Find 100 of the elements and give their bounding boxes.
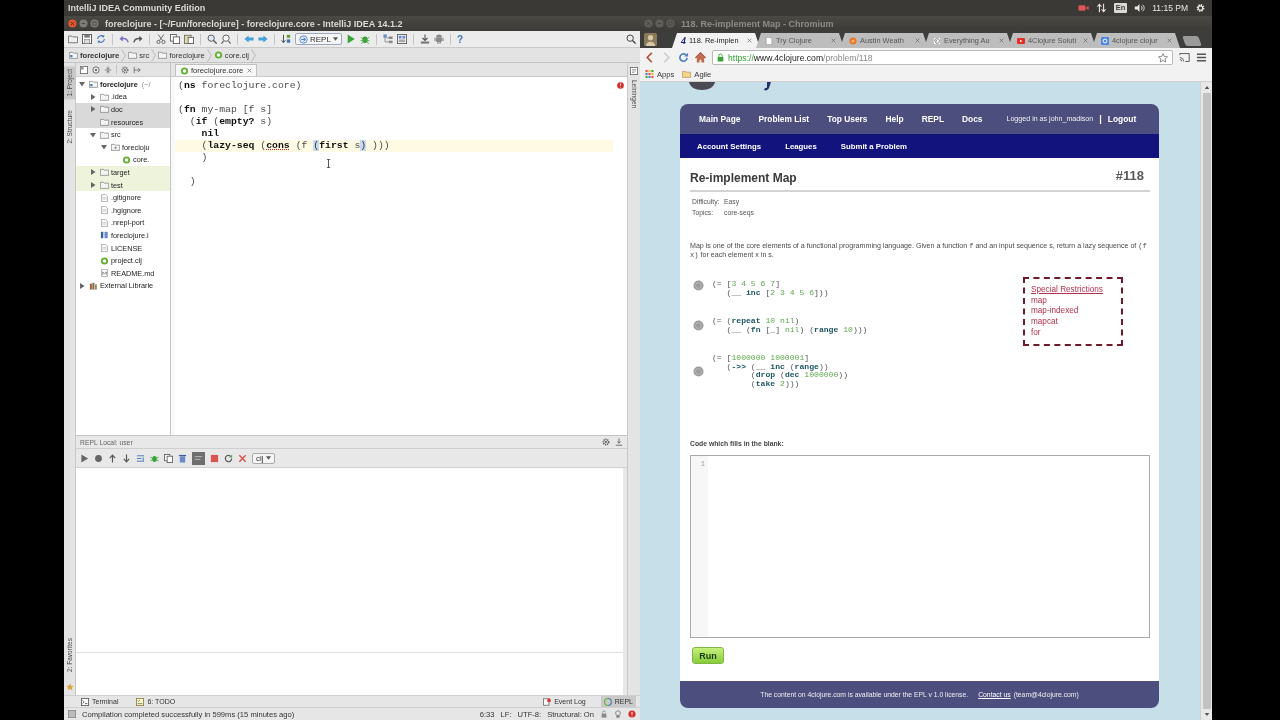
- panel-toggle-icon[interactable]: [68, 710, 76, 718]
- reload-icon[interactable]: [224, 453, 233, 463]
- expanded-arrow-icon[interactable]: [79, 81, 85, 88]
- record-icon[interactable]: [94, 453, 103, 463]
- menu-icon[interactable]: [1196, 52, 1207, 63]
- robot-icon[interactable]: [433, 34, 444, 44]
- code-line: (lazy-seq (cons (f (first s) ))): [200, 140, 390, 151]
- toggle-button[interactable]: [192, 451, 205, 465]
- page-icon: [765, 36, 773, 45]
- copy-icon[interactable]: [170, 34, 180, 44]
- close-icon[interactable]: [1167, 38, 1172, 43]
- close-icon[interactable]: [747, 38, 752, 43]
- cut-icon[interactable]: [156, 34, 166, 44]
- bookmark-star-icon[interactable]: [1158, 52, 1168, 63]
- trash-icon[interactable]: [178, 453, 187, 463]
- network-arrows-icon[interactable]: [1095, 3, 1107, 13]
- new-tab-button[interactable]: [1182, 36, 1202, 46]
- debug-icon[interactable]: [359, 34, 370, 44]
- stop-icon[interactable]: [210, 453, 219, 463]
- close-icon[interactable]: [238, 453, 247, 463]
- target-icon[interactable]: [92, 65, 100, 74]
- nav-separator: |: [1099, 114, 1102, 124]
- window-minimize-icon[interactable]: [79, 19, 88, 28]
- window-close-icon[interactable]: [68, 19, 77, 28]
- build-icon[interactable]: [281, 34, 291, 44]
- structure-icon[interactable]: [382, 34, 393, 44]
- nav-link[interactable]: Help: [885, 114, 904, 124]
- back-icon[interactable]: [244, 34, 254, 44]
- download-icon[interactable]: [419, 34, 430, 44]
- address-bar[interactable]: https://www.4clojure.com/problem/118: [712, 50, 1173, 65]
- undo-icon[interactable]: [119, 34, 129, 44]
- open-folder-icon[interactable]: [68, 34, 78, 44]
- expanded-arrow-icon[interactable]: [101, 144, 107, 151]
- camera-icon[interactable]: [1077, 3, 1089, 13]
- lightbulb-icon[interactable]: [614, 710, 622, 718]
- help-button[interactable]: ?: [456, 33, 463, 45]
- ring-icon: [603, 697, 612, 706]
- collapsed-arrow-icon[interactable]: [90, 93, 96, 100]
- close-icon[interactable]: [999, 38, 1004, 43]
- collapsed-arrow-icon[interactable]: [79, 282, 85, 289]
- collapsed-arrow-icon[interactable]: [90, 106, 96, 113]
- run-icon[interactable]: [345, 34, 356, 44]
- back-icon[interactable]: [644, 52, 655, 63]
- settings-icon[interactable]: [602, 438, 610, 446]
- caret-icon: [332, 37, 338, 41]
- run-icon[interactable]: [80, 453, 89, 463]
- copy-icon[interactable]: [164, 453, 173, 463]
- magnifier-icon[interactable]: [221, 34, 231, 44]
- run-button[interactable]: Run: [692, 647, 724, 664]
- close-icon[interactable]: [247, 68, 253, 73]
- error-icon[interactable]: [617, 82, 624, 89]
- search-icon[interactable]: [207, 34, 217, 44]
- nav-link[interactable]: Docs: [962, 114, 983, 124]
- nav-link[interactable]: REPL: [921, 114, 944, 124]
- scroll-up-icon[interactable]: [1203, 85, 1210, 90]
- language-dropdown[interactable]: clj: [252, 452, 275, 464]
- collapsed-arrow-icon[interactable]: [90, 169, 96, 176]
- file-icon: [100, 193, 109, 202]
- avatar-icon[interactable]: [644, 33, 657, 46]
- text-lines-icon[interactable]: [136, 453, 145, 463]
- clojure-file-icon: [180, 66, 189, 75]
- forward-icon[interactable]: [258, 34, 268, 44]
- repl-input-field[interactable]: [76, 653, 623, 695]
- reload-icon[interactable]: [678, 52, 689, 63]
- close-icon[interactable]: [915, 38, 920, 43]
- document-icon: [630, 67, 638, 75]
- redo-icon[interactable]: [133, 34, 143, 44]
- run-config-dropdown[interactable]: REPL: [295, 33, 342, 45]
- logout-link[interactable]: Logout: [1107, 114, 1137, 124]
- scroll-down-icon[interactable]: [1203, 712, 1210, 717]
- close-icon[interactable]: [831, 38, 836, 43]
- arrow-up-icon[interactable]: [108, 453, 117, 463]
- scrollbar-track[interactable]: [1200, 82, 1212, 720]
- bug-icon[interactable]: [150, 453, 159, 463]
- sync-icon[interactable]: [96, 34, 106, 44]
- nav-link[interactable]: Top Users: [827, 114, 868, 124]
- clock[interactable]: 11:15 PM: [1152, 3, 1188, 13]
- nav-link[interactable]: Main Page: [699, 114, 741, 124]
- window-title: foreclojure - [~/Fun/foreclojure] - foreclojure.core - IntelliJ IDEA 14.1.2: [105, 18, 403, 29]
- cast-icon[interactable]: [1179, 52, 1190, 63]
- collapsed-arrow-icon[interactable]: [90, 182, 96, 189]
- volume-icon[interactable]: [1134, 3, 1146, 13]
- restrictions-link[interactable]: Special Restrictions: [1031, 285, 1121, 296]
- expanded-arrow-icon[interactable]: [90, 131, 96, 138]
- paste-icon[interactable]: [184, 34, 194, 44]
- scrollbar-thumb[interactable]: [1202, 93, 1211, 709]
- window-maximize-icon[interactable]: [90, 19, 99, 28]
- home-icon[interactable]: [695, 52, 706, 63]
- hide-icon[interactable]: [615, 438, 623, 446]
- close-icon[interactable]: [1083, 38, 1088, 43]
- lock-icon[interactable]: [600, 710, 608, 718]
- error-icon[interactable]: [628, 710, 636, 718]
- arrow-down-icon[interactable]: [122, 453, 131, 463]
- grid-window-icon[interactable]: [396, 34, 407, 44]
- arrow-to-bar-icon[interactable]: [133, 65, 141, 74]
- save-icon[interactable]: [82, 34, 92, 44]
- nav-link[interactable]: Problem List: [758, 114, 810, 124]
- layout-icon[interactable]: [80, 65, 88, 74]
- search-icon[interactable]: [626, 34, 636, 44]
- collapse-icon[interactable]: [104, 65, 112, 74]
